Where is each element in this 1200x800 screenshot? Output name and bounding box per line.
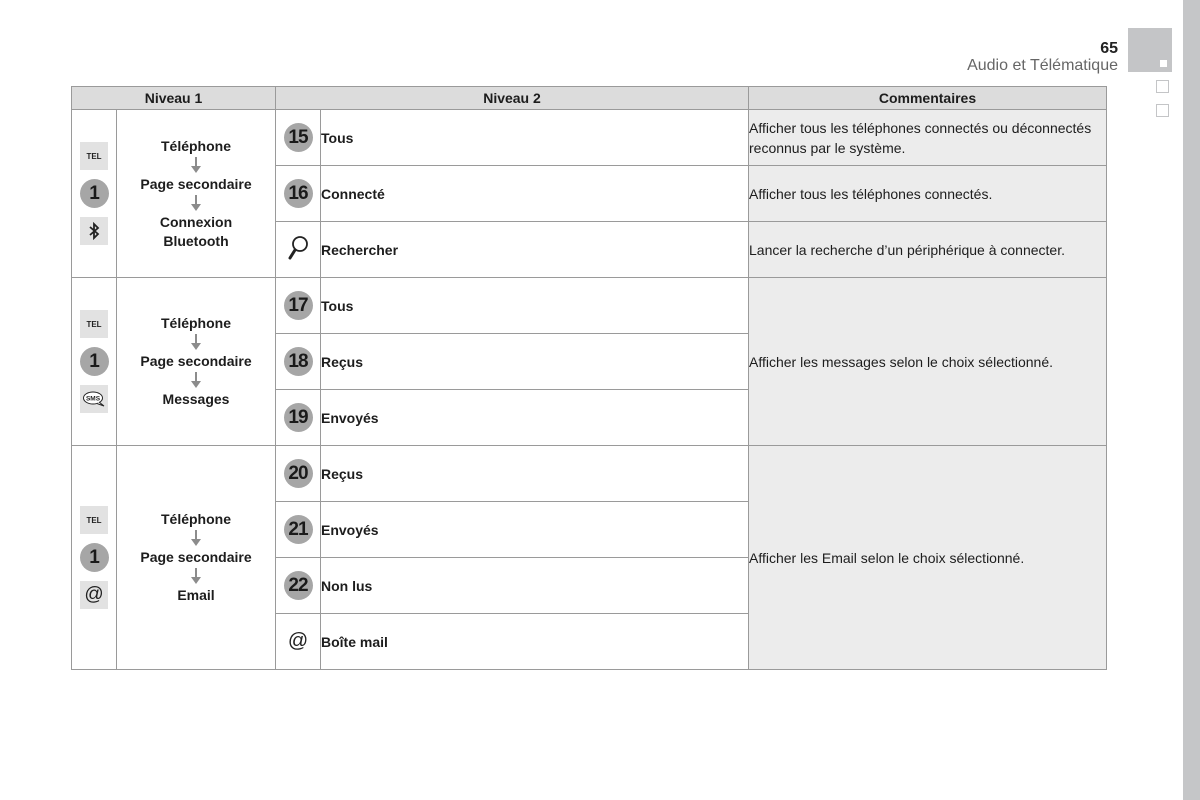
level1-item: Messages (162, 391, 230, 407)
level1-path: Téléphone Page secondaire Messages (116, 277, 276, 446)
svg-text:SMS: SMS (86, 396, 101, 403)
table-row: TEL 1 SMS Téléphone Page secondaire Mess… (71, 277, 1107, 446)
number-badge-icon: 21 (283, 515, 313, 544)
menu-table: Niveau 1 Niveau 2 Commentaires TEL 1 Tél… (71, 86, 1107, 670)
level2-label: Connecté (320, 165, 749, 222)
level1-item: Page secondaire (140, 175, 252, 192)
level1-item: Connexion Bluetooth (159, 213, 233, 249)
chapter-tab-active (1128, 28, 1172, 72)
level2-label: Envoyés (320, 389, 749, 446)
section-title: Audio et Télématique (967, 57, 1118, 74)
level1-item: Téléphone (160, 137, 231, 154)
arrow-down-icon (191, 372, 201, 388)
chapter-tab (1156, 104, 1169, 117)
comment: Afficher les messages selon le choix sél… (748, 277, 1107, 446)
level2-label: Tous (320, 277, 749, 334)
level1-item: Page secondaire (140, 549, 252, 565)
level2-label: Reçus (320, 333, 749, 390)
search-icon (287, 236, 309, 264)
level1-item: Téléphone (160, 315, 231, 331)
table-row: TEL 1 @ Téléphone Page secondaire Email … (71, 445, 1107, 670)
number-badge-icon: 17 (283, 291, 313, 320)
at-sign-icon: @ (80, 581, 108, 609)
level1-item: Téléphone (160, 511, 231, 527)
comment: Afficher tous les téléphones connectés. (748, 165, 1107, 222)
bluetooth-icon (80, 217, 108, 245)
arrow-down-icon (191, 156, 201, 173)
group-icons: TEL 1 (71, 109, 117, 278)
tel-icon: TEL (80, 142, 108, 170)
header-niveau-2: Niveau 2 (275, 86, 749, 110)
number-badge-icon: 22 (283, 571, 313, 600)
number-badge-icon: 15 (283, 123, 313, 152)
sms-icon: SMS (80, 385, 108, 413)
comment: Afficher tous les téléphones connectés o… (748, 109, 1107, 166)
level2-label: Reçus (320, 445, 749, 502)
number-badge-icon: 19 (283, 403, 313, 432)
page-edge-strip (1183, 0, 1200, 800)
level2-label: Tous (320, 109, 749, 166)
header-commentaires: Commentaires (748, 86, 1107, 110)
page-number: 65 (1100, 40, 1118, 57)
comment: Afficher les Email selon le choix sélect… (748, 445, 1107, 670)
level1-item: Email (177, 587, 215, 603)
at-sign-icon: @ (287, 630, 309, 652)
header-niveau-1: Niveau 1 (71, 86, 276, 110)
level2-label: Boîte mail (320, 613, 749, 670)
number-badge-icon: 20 (283, 459, 313, 488)
tel-icon: TEL (80, 506, 108, 534)
group-icons: TEL 1 @ (71, 445, 117, 670)
number-badge-icon: 1 (79, 347, 109, 376)
comment: Lancer la recherche d’un périphérique à … (748, 221, 1107, 278)
level1-item: Page secondaire (140, 353, 252, 369)
number-badge-icon: 18 (283, 347, 313, 376)
level2-label: Envoyés (320, 501, 749, 558)
arrow-down-icon (191, 530, 201, 546)
arrow-down-icon (191, 568, 201, 584)
tel-icon: TEL (80, 310, 108, 338)
level1-path: Téléphone Page secondaire Email (116, 445, 276, 670)
table-row: TEL 1 Téléphone Page secondaire Connexio… (71, 109, 1107, 278)
number-badge-icon: 16 (283, 179, 313, 208)
arrow-down-icon (191, 334, 201, 350)
number-badge-icon: 1 (79, 543, 109, 572)
group-icons: TEL 1 SMS (71, 277, 117, 446)
number-badge-icon: 1 (79, 179, 109, 208)
chapter-tab (1156, 80, 1169, 93)
level2-label: Non lus (320, 557, 749, 614)
arrow-down-icon (191, 194, 201, 211)
level1-path: Téléphone Page secondaire Connexion Blue… (116, 109, 276, 278)
level2-label: Rechercher (320, 221, 749, 278)
